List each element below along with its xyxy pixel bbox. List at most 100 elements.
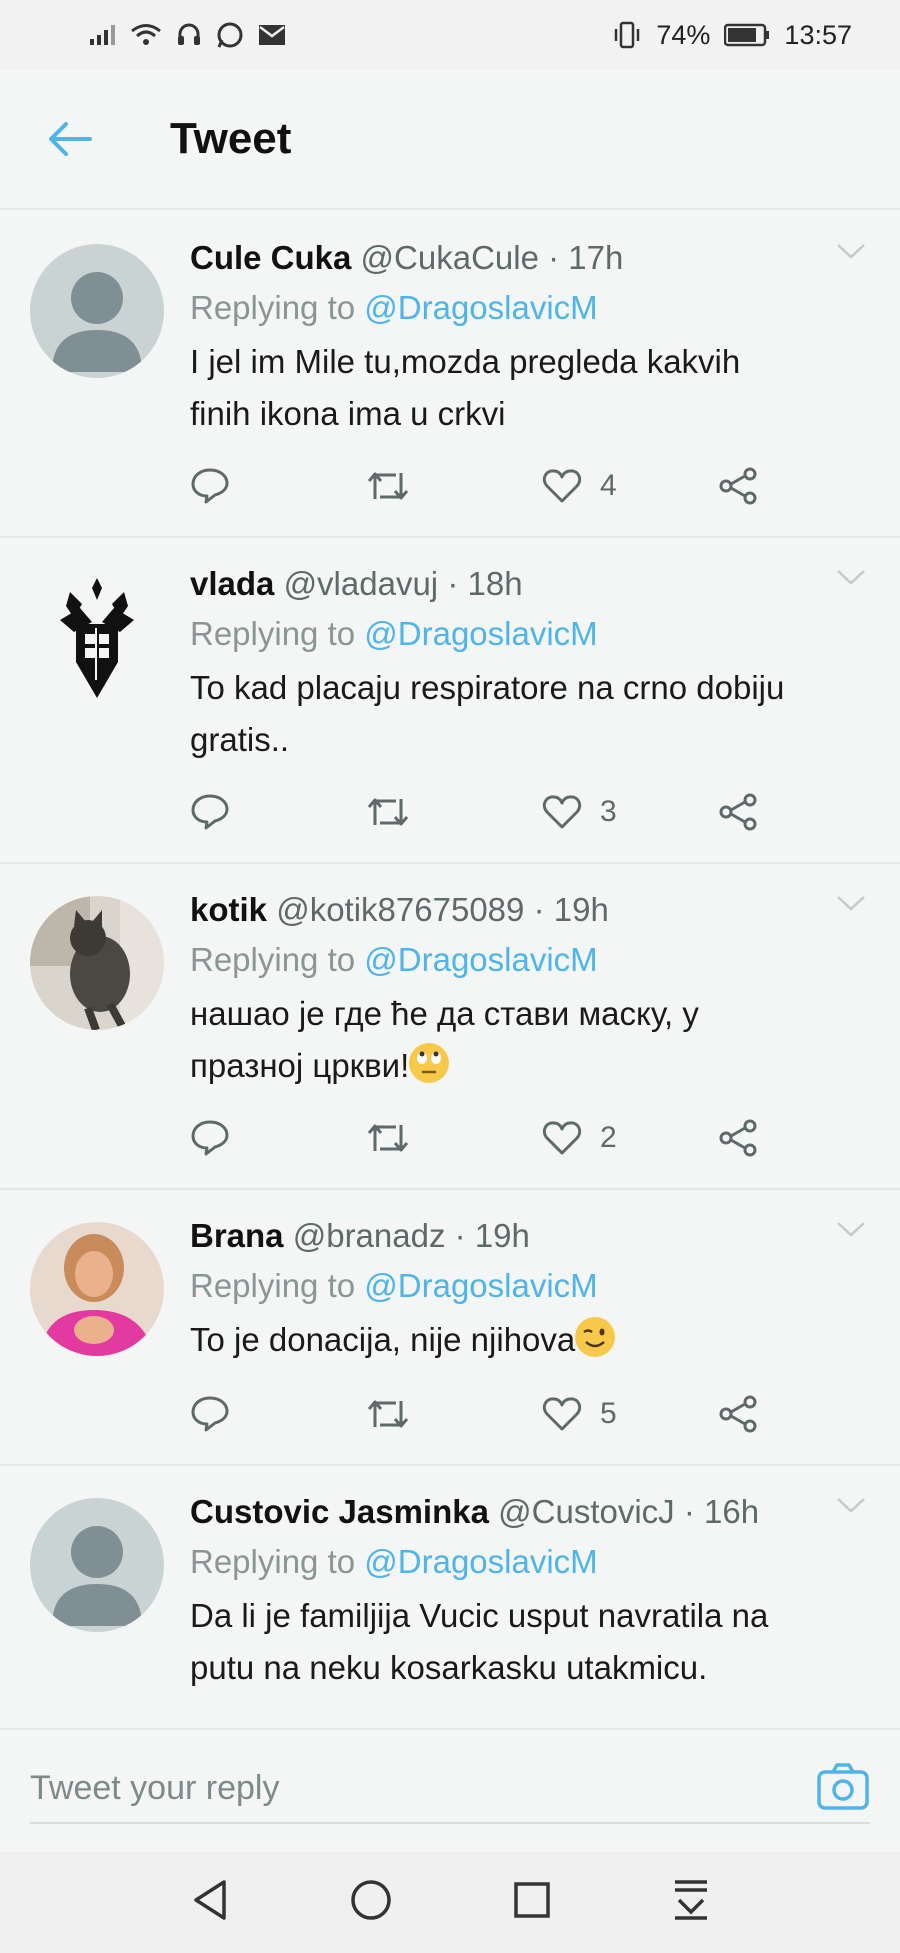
tweet-text-line: To kad placaju respiratore na crno dobij… xyxy=(190,669,785,706)
mail-icon xyxy=(259,25,285,45)
replying-label: Replying to xyxy=(190,1543,356,1580)
tweet-actions: 3 xyxy=(190,784,790,840)
avatar[interactable] xyxy=(30,1222,164,1356)
replying-to-line: Replying to @DragoslavicM xyxy=(190,608,830,660)
nav-recents-button[interactable] xyxy=(512,1880,552,1925)
avatar[interactable] xyxy=(30,896,164,1030)
display-name[interactable]: kotik xyxy=(190,891,267,928)
tweet-text-line: gratis.. xyxy=(190,721,290,758)
tweet-text: I jel im Mile tu,mozda pregleda kakvih f… xyxy=(190,336,830,440)
mention-link[interactable]: @DragoslavicM xyxy=(364,1267,597,1304)
reply-feed: Cule Cuka @CukaCule · 17h Replying to @D… xyxy=(0,212,900,1724)
tweet[interactable]: Brana @branadz · 19h Replying to @Dragos… xyxy=(0,1190,900,1466)
handle[interactable]: @kotik87675089 xyxy=(276,891,524,928)
tweet-menu-button[interactable] xyxy=(836,568,866,591)
like-button[interactable]: 2 xyxy=(542,1120,718,1156)
retweet-button[interactable] xyxy=(366,1121,542,1155)
tweet[interactable]: Cule Cuka @CukaCule · 17h Replying to @D… xyxy=(0,212,900,538)
separator-dot: · xyxy=(548,239,560,276)
handle[interactable]: @CukaCule xyxy=(361,239,539,276)
handle[interactable]: @branadz xyxy=(293,1217,446,1254)
share-icon xyxy=(719,1119,757,1157)
tweet-header: Cule Cuka @CukaCule · 17h xyxy=(190,234,830,282)
display-name[interactable]: Cule Cuka xyxy=(190,239,351,276)
cat-photo-icon xyxy=(30,896,164,1030)
system-navigation-bar xyxy=(0,1852,900,1953)
reply-button[interactable] xyxy=(190,1395,366,1433)
tweet[interactable]: vlada @vladavuj · 18h Replying to @Drago… xyxy=(0,538,900,864)
display-name[interactable]: Custovic Jasminka xyxy=(190,1493,489,1530)
pull-down-icon xyxy=(674,1880,707,1920)
reply-button[interactable] xyxy=(190,1119,366,1157)
chevron-down-icon xyxy=(837,1222,865,1237)
tweet-text-line: putu na neku kosarkasku utakmicu. xyxy=(190,1649,708,1686)
tweet-menu-button[interactable] xyxy=(836,1220,866,1243)
share-button[interactable] xyxy=(718,467,758,505)
handle[interactable]: @CustovicJ xyxy=(498,1493,675,1530)
mention-link[interactable]: @DragoslavicM xyxy=(364,941,597,978)
back-arrow-icon xyxy=(49,122,92,156)
tweet-text: Da li je familjija Vucic usput navratila… xyxy=(190,1590,830,1694)
tweet-menu-button[interactable] xyxy=(836,242,866,265)
avatar[interactable] xyxy=(30,570,164,704)
nav-home-button[interactable] xyxy=(349,1878,393,1927)
tweet-text-fragment: празној цркви! xyxy=(190,1047,410,1084)
retweet-button[interactable] xyxy=(366,1397,542,1431)
mention-link[interactable]: @DragoslavicM xyxy=(364,1543,597,1580)
handle[interactable]: @vladavuj xyxy=(284,565,439,602)
tweet-text-line: To je donacija, nije njihova xyxy=(190,1314,830,1366)
retweet-button[interactable] xyxy=(366,469,542,503)
separator-dot: · xyxy=(683,1493,695,1530)
chevron-down-icon xyxy=(837,570,865,585)
default-avatar-icon xyxy=(52,272,142,372)
mention-link[interactable]: @DragoslavicM xyxy=(364,615,597,652)
share-icon xyxy=(719,793,757,831)
share-button[interactable] xyxy=(718,1395,758,1433)
share-button[interactable] xyxy=(718,1119,758,1157)
back-button[interactable] xyxy=(30,99,110,179)
like-count: 3 xyxy=(600,795,617,828)
replying-to-line: Replying to @DragoslavicM xyxy=(190,934,830,986)
tweet-text-fragment: To je donacija, nije njihova xyxy=(190,1321,576,1358)
tweet-text-line: Da li je familjija Vucic usput navratila… xyxy=(190,1597,769,1634)
tweet-menu-button[interactable] xyxy=(836,894,866,917)
replying-to-line: Replying to @DragoslavicM xyxy=(190,282,830,334)
reply-button[interactable] xyxy=(190,793,366,831)
replying-label: Replying to xyxy=(190,1267,356,1304)
heart-icon xyxy=(542,1397,582,1431)
like-button[interactable]: 5 xyxy=(542,1396,718,1432)
tweet-actions: 4 xyxy=(190,458,790,514)
retweet-button[interactable] xyxy=(366,795,542,829)
tweet[interactable]: kotik @kotik87675089 · 19h Replying to @… xyxy=(0,864,900,1190)
retweet-icon xyxy=(367,1124,409,1152)
avatar[interactable] xyxy=(30,244,164,378)
avatar[interactable] xyxy=(30,1498,164,1632)
tweet[interactable]: Custovic Jasminka @CustovicJ · 16h Reply… xyxy=(0,1466,900,1724)
reply-composer: Tweet your reply xyxy=(0,1728,900,1852)
nav-back-button[interactable] xyxy=(190,1878,230,1927)
like-button[interactable]: 3 xyxy=(542,794,718,830)
separator-dot: · xyxy=(447,565,459,602)
reply-input[interactable]: Tweet your reply xyxy=(30,1758,870,1824)
timestamp: 16h xyxy=(704,1493,760,1530)
vibrate-icon xyxy=(615,21,640,49)
display-name[interactable]: vlada xyxy=(190,565,274,602)
status-bar: 74% 13:57 xyxy=(0,0,900,70)
timestamp: 18h xyxy=(467,565,523,602)
reply-button[interactable] xyxy=(190,467,366,505)
mention-link[interactable]: @DragoslavicM xyxy=(364,289,597,326)
timestamp: 17h xyxy=(568,239,624,276)
battery-icon xyxy=(724,23,770,47)
timestamp: 19h xyxy=(553,891,609,928)
share-button[interactable] xyxy=(718,793,758,831)
reply-icon xyxy=(191,794,229,830)
tweet-text-line: finih ikona ima u crkvi xyxy=(190,395,506,432)
camera-button[interactable] xyxy=(816,1762,870,1817)
tweet-header: Brana @branadz · 19h xyxy=(190,1212,830,1260)
nav-notifications-button[interactable] xyxy=(671,1878,711,1927)
app-header: Tweet xyxy=(0,70,900,210)
display-name[interactable]: Brana xyxy=(190,1217,284,1254)
like-button[interactable]: 4 xyxy=(542,468,718,504)
separator-dot: · xyxy=(454,1217,466,1254)
tweet-menu-button[interactable] xyxy=(836,1496,866,1519)
